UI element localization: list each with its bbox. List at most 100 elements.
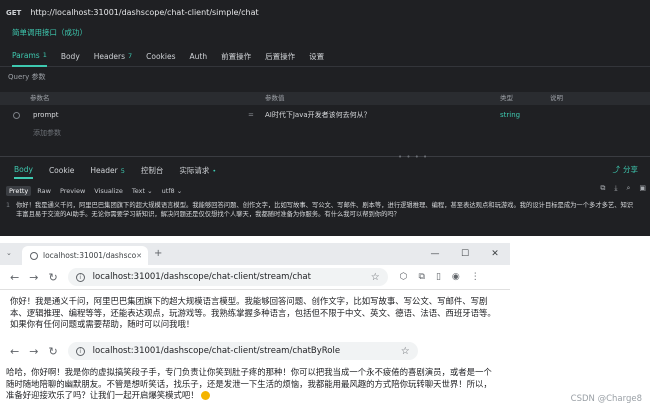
format-select[interactable]: Text ⌄	[129, 186, 156, 196]
tab-label: Cookie	[48, 166, 75, 175]
reload-icon[interactable]: ↻	[48, 345, 57, 358]
reload-icon[interactable]: ↻	[48, 271, 57, 284]
back-icon[interactable]: ←	[10, 345, 19, 358]
back-icon[interactable]: ←	[10, 271, 19, 284]
tab-auth[interactable]: Auth	[190, 46, 208, 67]
close-icon[interactable]: ✕	[136, 252, 142, 260]
response-body: 1 你好！我是通义千问，阿里巴巴集团旗下的超大规模语言模型。我能够回答问题、创作…	[6, 202, 638, 219]
tab-response-body[interactable]: Body	[14, 162, 33, 179]
puzzle-icon[interactable]: ⧉	[419, 272, 425, 282]
new-tab-icon[interactable]: +	[154, 248, 162, 259]
tab-post-operation[interactable]: 后置操作	[265, 46, 295, 67]
tab-label: 设置	[309, 51, 325, 61]
tab-label: Auth	[189, 51, 208, 61]
tab-pre-operation[interactable]: 前置操作	[221, 46, 251, 67]
tab-settings[interactable]: 设置	[309, 46, 324, 67]
resize-handle-icon[interactable]: • • • •	[398, 153, 428, 161]
browser-window-2: ← → ↻ i localhost:31001/dashscope/chat-c…	[0, 338, 650, 408]
param-enable-checkbox[interactable]	[13, 112, 20, 119]
page-content: 哈哈，你好啊！我是你的虚拟搞笑段子手，专门负责让你笑到肚子疼的那种！你可以把我当…	[0, 362, 500, 407]
forward-icon[interactable]: →	[29, 345, 38, 358]
share-button[interactable]: ⤴ 分享	[613, 164, 639, 175]
copy-icon[interactable]: ⧉	[600, 184, 605, 193]
response-toolbar: Pretty Raw Preview Visualize Text ⌄ utf8…	[6, 184, 646, 197]
tab-actual-request[interactable]: 实际请求 •	[179, 162, 216, 179]
request-url-bar[interactable]: GET http://localhost:31001/dashscope/cha…	[6, 5, 642, 20]
request-url[interactable]: http://localhost:31001/dashscope/chat-cl…	[30, 8, 258, 17]
sidebar-icon[interactable]: ▯	[436, 272, 441, 282]
tab-strip: ⌄ localhost:31001/dashscope/c ✕ + — ☐ ✕	[0, 243, 510, 265]
params-table-header: 参数名 参数值 类型 说明	[0, 92, 650, 105]
view-visualize[interactable]: Visualize	[91, 186, 126, 196]
download-icon[interactable]: ⤓	[614, 184, 617, 193]
add-param-button[interactable]: 添加参数	[33, 128, 61, 138]
tab-label: Body	[14, 165, 33, 174]
menu-icon[interactable]: ⋮	[471, 272, 480, 282]
api-client-panel: GET http://localhost:31001/dashscope/cha…	[0, 0, 650, 236]
browser-tab[interactable]: localhost:31001/dashscope/c ✕	[22, 246, 148, 265]
tab-label: Params	[12, 50, 40, 60]
table-row: prompt = AI时代下Java开发者该何去何从？ string	[0, 108, 650, 123]
share-icon: ⤴	[612, 165, 621, 174]
param-type[interactable]: string	[500, 108, 520, 123]
response-actions: ⧉ ⤓ ⌕ ▣	[600, 184, 646, 193]
tab-label: Header	[90, 166, 118, 175]
panel-divider[interactable]	[0, 156, 650, 157]
tab-label: 前置操作	[221, 51, 252, 61]
browser-window-1: ⌄ localhost:31001/dashscope/c ✕ + — ☐ ✕ …	[0, 243, 510, 338]
tab-response-header[interactable]: Header 5	[90, 162, 124, 179]
col-name: 参数名	[30, 94, 50, 102]
response-tabs: Body Cookie Header 5 控制台 实际请求 •	[0, 162, 650, 179]
tab-console[interactable]: 控制台	[141, 162, 164, 179]
tab-body[interactable]: Body	[61, 46, 80, 67]
http-method[interactable]: GET	[6, 9, 21, 17]
address-bar[interactable]: i localhost:31001/dashscope/chat-client/…	[67, 342, 418, 360]
window-controls: — ☐ ✕	[420, 243, 510, 265]
response-text: 你好！我是通义千问，阿里巴巴集团旗下的超大规模语言模型。我能够回答问题、创作文字…	[16, 202, 634, 218]
globe-icon	[30, 251, 38, 260]
address-bar[interactable]: i localhost:31001/dashscope/chat-client/…	[67, 268, 388, 286]
save-icon[interactable]: ▣	[639, 184, 646, 193]
tab-label: Body	[60, 51, 80, 61]
bookmark-star-icon[interactable]: ☆	[371, 272, 380, 283]
col-value: 参数值	[265, 94, 285, 102]
tab-count: 5	[120, 166, 125, 175]
tab-count: 1	[42, 51, 47, 59]
tab-headers[interactable]: Headers 7	[94, 46, 132, 67]
browser-extensions: ⬡ ⧉ ▯ ◉ ⋮	[400, 272, 480, 282]
line-number: 1	[6, 202, 11, 209]
query-section-title: Query 参数	[8, 73, 46, 81]
col-type: 类型	[500, 94, 513, 102]
maximize-icon[interactable]: ☐	[450, 243, 480, 265]
tab-label: Headers	[93, 51, 125, 61]
watermark: CSDN @Charge8	[570, 394, 642, 404]
encoding-select[interactable]: utf8 ⌄	[159, 186, 186, 196]
minimize-icon[interactable]: —	[420, 243, 450, 265]
info-icon[interactable]: i	[75, 272, 85, 282]
info-icon[interactable]: i	[75, 346, 85, 356]
profile-icon[interactable]: ◉	[452, 272, 460, 282]
close-window-icon[interactable]: ✕	[480, 243, 510, 265]
request-name: 简单调用接口（成功）	[12, 28, 87, 37]
tab-cookies[interactable]: Cookies	[146, 46, 175, 67]
col-desc: 说明	[550, 94, 563, 102]
tab-label: 后置操作	[265, 51, 296, 61]
tab-search-icon[interactable]: ⌄	[6, 249, 12, 257]
tab-label: Cookies	[146, 51, 176, 61]
address-url[interactable]: localhost:31001/dashscope/chat-client/st…	[93, 272, 371, 282]
tab-title: localhost:31001/dashscope/c	[43, 251, 137, 260]
tab-response-cookie[interactable]: Cookie	[49, 162, 74, 179]
browser-toolbar: ← → ↻ i localhost:31001/dashscope/chat-c…	[0, 340, 650, 362]
view-preview[interactable]: Preview	[57, 186, 88, 196]
forward-icon[interactable]: →	[29, 271, 38, 284]
search-icon[interactable]: ⌕	[626, 184, 630, 193]
bookmark-star-icon[interactable]: ☆	[401, 346, 410, 357]
tab-params[interactable]: Params 1	[12, 46, 47, 67]
extension-icon[interactable]: ⬡	[400, 272, 408, 282]
view-raw[interactable]: Raw	[34, 186, 54, 196]
param-value[interactable]: AI时代下Java开发者该何去何从？	[265, 108, 371, 123]
view-pretty[interactable]: Pretty	[6, 185, 32, 196]
param-equals: =	[248, 111, 254, 119]
param-name[interactable]: prompt	[33, 108, 58, 123]
address-url[interactable]: localhost:31001/dashscope/chat-client/st…	[93, 346, 401, 356]
